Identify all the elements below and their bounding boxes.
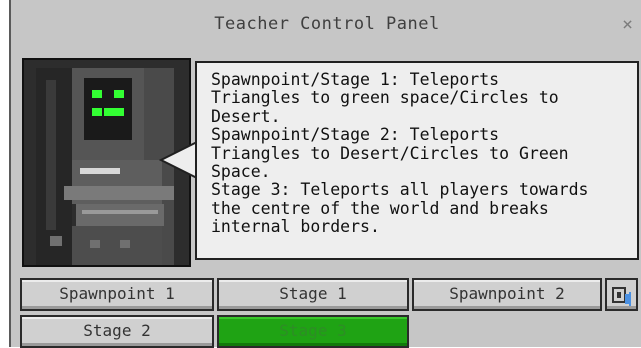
stage-1-button[interactable]: Stage 1 — [217, 278, 409, 311]
spawnpoint-1-button[interactable]: Spawnpoint 1 — [20, 278, 214, 311]
panel-title: Teacher Control Panel — [214, 14, 440, 34]
speaker-button[interactable] — [605, 278, 638, 311]
speaker-icon — [612, 287, 631, 306]
speech-bubble-tail — [159, 140, 199, 180]
stage-3-button[interactable]: Stage 3 — [217, 315, 409, 348]
teacher-control-panel: Teacher Control Panel × Spawnpoint/Stage… — [9, 0, 641, 348]
close-icon[interactable]: × — [622, 16, 633, 34]
speech-bubble: Spawnpoint/Stage 1: Teleports Triangles … — [195, 61, 639, 260]
spawnpoint-2-button[interactable]: Spawnpoint 2 — [412, 278, 602, 311]
stage-2-button[interactable]: Stage 2 — [20, 315, 214, 348]
screen: Teacher Control Panel × Spawnpoint/Stage… — [0, 0, 641, 348]
npc-dialogue-text: Spawnpoint/Stage 1: Teleports Triangles … — [211, 70, 589, 237]
title-bar: Teacher Control Panel × — [11, 0, 641, 48]
